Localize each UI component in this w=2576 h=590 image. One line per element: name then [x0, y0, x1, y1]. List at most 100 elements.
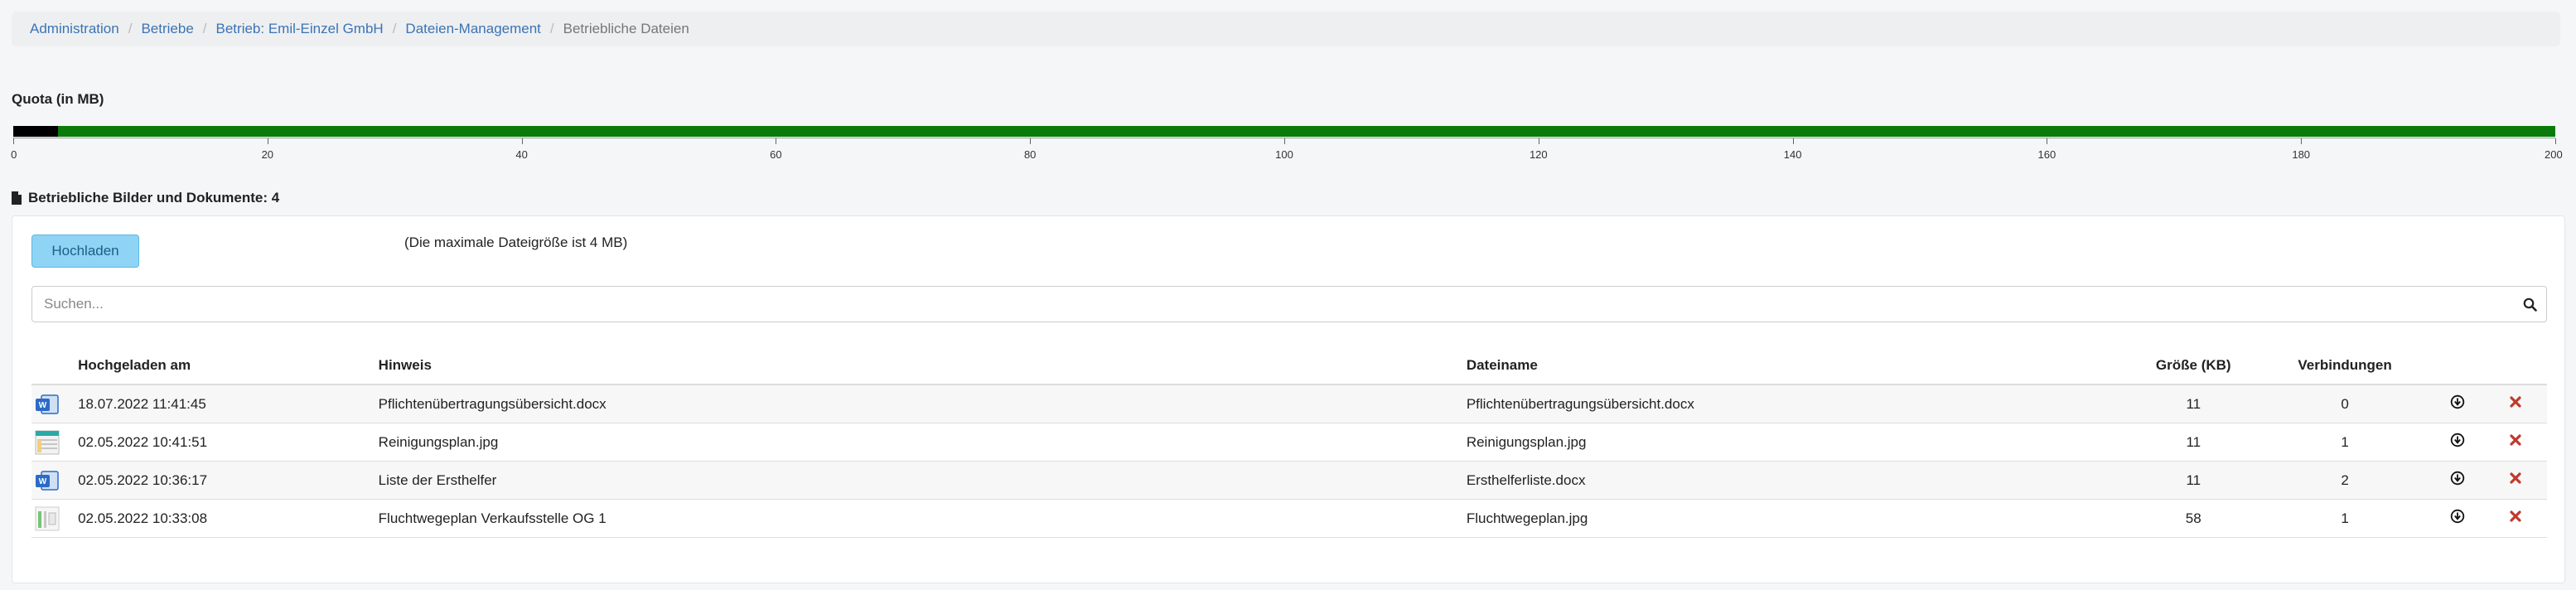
size-cell: 11: [2129, 384, 2259, 423]
file-type-cell: W: [31, 461, 79, 500]
breadcrumb-current: Betriebliche Dateien: [563, 21, 689, 36]
table-row[interactable]: W 18.07.2022 11:41:45 Pflichtenübertragung…: [31, 384, 2547, 423]
quota-axis-tick: [1792, 138, 1794, 144]
quota-axis-tick-label: 20: [261, 148, 274, 161]
quota-axis-tick: [1284, 138, 1285, 144]
header-uploaded[interactable]: Hochgeladen am: [78, 347, 379, 385]
quota-title: Quota (in MB): [12, 91, 104, 107]
quota-axis-tick-label: 200: [2544, 148, 2563, 161]
files-panel: Hochladen (Die maximale Dateigröße ist 4…: [12, 215, 2565, 583]
delete-icon: [2510, 510, 2521, 522]
section-title-text: Betriebliche Bilder und Dokumente: 4: [28, 190, 280, 206]
quota-axis-tick: [521, 138, 523, 144]
download-icon: [2451, 394, 2465, 409]
search-box: [31, 286, 2547, 322]
links-cell: 2: [2258, 461, 2432, 500]
delete-cell: [2483, 499, 2547, 538]
delete-cell: [2483, 461, 2547, 500]
file-type-cell: [31, 423, 79, 462]
breadcrumb-betrieb[interactable]: Betrieb: Emil-Einzel GmbH: [216, 21, 384, 37]
quota-axis-tick: [2301, 138, 2303, 144]
header-download: [2431, 347, 2484, 385]
quota-axis-tick: [13, 138, 14, 144]
word-file-icon: W: [36, 394, 59, 414]
search-button[interactable]: [2513, 287, 2546, 322]
file-type-cell: [31, 499, 79, 538]
quota-axis-tick-label: 40: [515, 148, 528, 161]
breadcrumb-separator: /: [392, 21, 397, 36]
header-delete: [2483, 347, 2547, 385]
download-button[interactable]: [2450, 394, 2465, 409]
quota-axis-tick-label: 120: [1529, 148, 1548, 161]
quota-axis-tick-label: 160: [2037, 148, 2056, 161]
breadcrumb-separator: /: [202, 21, 207, 36]
quota-axis-tick: [2555, 138, 2556, 144]
download-button[interactable]: [2450, 433, 2465, 447]
download-cell: [2431, 423, 2484, 462]
max-size-note: (Die maximale Dateigröße ist 4 MB): [404, 235, 628, 250]
uploaded-cell: 18.07.2022 11:41:45: [78, 384, 379, 423]
table-row[interactable]: 02.05.2022 10:41:51 Reinigungsplan.jpg Rei…: [31, 423, 2547, 462]
size-cell: 11: [2129, 423, 2259, 462]
quota-axis-tick-label: 0: [11, 148, 17, 161]
header-filename[interactable]: Dateiname: [1466, 347, 2129, 385]
filename-cell: Ersthelferliste.docx: [1466, 461, 2129, 500]
quota-axis: 0 20 40 60 80 100 120 140 160 180 200: [11, 138, 2563, 163]
word-file-icon: W: [36, 470, 59, 491]
download-button[interactable]: [2450, 471, 2465, 486]
files-table: Hochgeladen am Hinweis Dateiname Größe (…: [31, 347, 2547, 538]
download-icon: [2451, 433, 2465, 447]
hint-cell: Reinigungsplan.jpg: [378, 423, 1467, 462]
file-icon: [12, 191, 22, 205]
uploaded-cell: 02.05.2022 10:33:08: [78, 499, 379, 538]
download-icon: [2451, 471, 2465, 486]
image-file-icon: [35, 506, 60, 530]
breadcrumb-dateien-management[interactable]: Dateien-Management: [405, 21, 540, 37]
quota-axis-tick-label: 80: [1023, 148, 1037, 161]
delete-cell: [2483, 423, 2547, 462]
image-file-icon: [35, 430, 60, 454]
quota-axis-tick-label: 140: [1783, 148, 1802, 161]
table-row[interactable]: W 02.05.2022 10:36:17 Liste der Ersthelfer…: [31, 461, 2547, 500]
links-cell: 0: [2258, 384, 2432, 423]
filename-cell: Reinigungsplan.jpg: [1466, 423, 2129, 462]
header-size[interactable]: Größe (KB): [2129, 347, 2259, 385]
filename-cell: Pflichtenübertragungsübersicht.docx: [1466, 384, 2129, 423]
download-button[interactable]: [2450, 509, 2465, 524]
upload-button[interactable]: Hochladen: [31, 235, 139, 268]
search-icon: [2523, 297, 2537, 312]
uploaded-cell: 02.05.2022 10:36:17: [78, 461, 379, 500]
breadcrumb: Administration / Betriebe / Betrieb: Emi…: [12, 12, 2560, 46]
uploaded-cell: 02.05.2022 10:41:51: [78, 423, 379, 462]
links-cell: 1: [2258, 423, 2432, 462]
table-row[interactable]: 02.05.2022 10:33:08 Fluchtwegeplan Verkau…: [31, 499, 2547, 538]
quota-axis-tick-label: 180: [2292, 148, 2311, 161]
delete-icon: [2510, 396, 2521, 408]
download-icon: [2451, 509, 2465, 524]
delete-button[interactable]: [2509, 510, 2522, 523]
quota-used-fill: [13, 126, 58, 137]
delete-icon: [2510, 472, 2521, 484]
header-links[interactable]: Verbindungen: [2258, 347, 2432, 385]
section-title: Betriebliche Bilder und Dokumente: 4: [12, 190, 279, 206]
size-cell: 58: [2129, 499, 2259, 538]
delete-button[interactable]: [2509, 472, 2522, 485]
quota-axis-tick: [1030, 138, 1032, 144]
delete-icon: [2510, 434, 2521, 446]
svg-text:W: W: [39, 477, 47, 486]
download-cell: [2431, 384, 2484, 423]
delete-button[interactable]: [2509, 433, 2522, 447]
delete-button[interactable]: [2509, 395, 2522, 409]
svg-text:W: W: [39, 401, 47, 410]
search-input[interactable]: [32, 286, 2513, 322]
hint-cell: Fluchtwegeplan Verkaufsstelle OG 1: [378, 499, 1467, 538]
quota-axis-tick-label: 60: [770, 148, 782, 161]
file-type-cell: W: [31, 384, 79, 423]
breadcrumb-betriebe[interactable]: Betriebe: [141, 21, 193, 37]
quota-bar: [13, 126, 2555, 137]
hint-cell: Liste der Ersthelfer: [378, 461, 1467, 500]
download-cell: [2431, 499, 2484, 538]
breadcrumb-administration[interactable]: Administration: [30, 21, 119, 37]
header-hint[interactable]: Hinweis: [378, 347, 1467, 385]
breadcrumb-separator: /: [128, 21, 133, 36]
